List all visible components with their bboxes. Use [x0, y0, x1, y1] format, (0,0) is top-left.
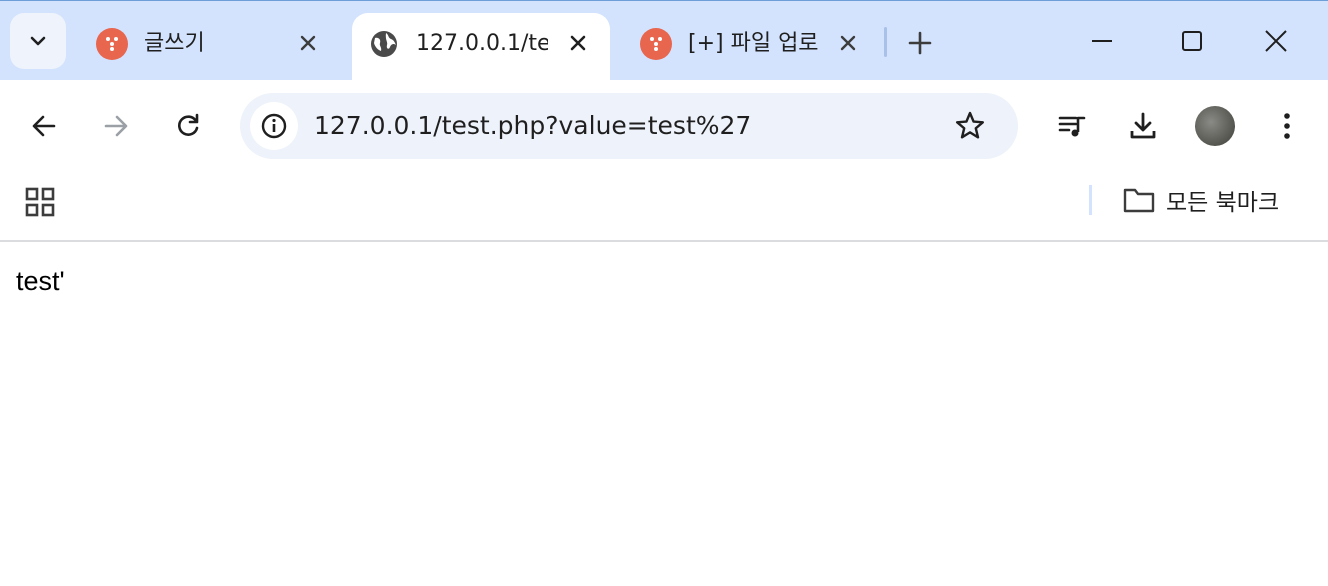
reload-icon [178, 113, 199, 136]
all-bookmarks-label: 모든 북마크 [1166, 190, 1280, 216]
tab-strip: 글쓰기 127.0.0.1/test.php?value=test%27 [+]… [0, 0, 1328, 81]
back-button[interactable] [20, 102, 68, 150]
tab-active-test-php[interactable]: 127.0.0.1/test.php?value=test%27 [352, 13, 610, 81]
bookmarks-bar: 모든 북마크 [0, 170, 1328, 242]
page-body-text: test' [16, 266, 65, 296]
star-icon [956, 111, 984, 139]
maximize-button[interactable] [1172, 21, 1212, 61]
url-text[interactable]: 127.0.0.1/test.php?value=test%27 [314, 93, 751, 159]
close-window-button[interactable] [1256, 21, 1296, 61]
tab-title: [+] 파일 업로드 [688, 31, 818, 56]
tab-file-upload[interactable]: [+] 파일 업로드 [624, 13, 874, 81]
bookmark-star-button[interactable] [950, 106, 990, 146]
tab-close-button[interactable] [562, 27, 594, 59]
red-dots-icon [640, 28, 672, 60]
folder-icon [1123, 188, 1155, 213]
browser-toolbar: 127.0.0.1/test.php?value=test%27 [0, 80, 1328, 170]
media-control-button[interactable] [1048, 102, 1096, 150]
tab-title: 127.0.0.1/test.php?value=test%27 [416, 31, 548, 56]
menu-button[interactable] [1263, 102, 1311, 150]
close-icon [840, 35, 856, 51]
forward-button[interactable] [92, 102, 140, 150]
site-info-button[interactable] [250, 102, 298, 150]
page-content: test' [0, 242, 1328, 586]
tab-close-button[interactable] [292, 27, 324, 59]
arrow-left-icon [32, 115, 56, 137]
bookmarks-separator [1089, 185, 1092, 215]
tab-separator [884, 27, 887, 57]
downloads-button[interactable] [1119, 102, 1167, 150]
tab-close-button[interactable] [832, 27, 864, 59]
close-icon [570, 35, 586, 51]
reload-button[interactable] [164, 102, 212, 150]
arrow-right-icon [104, 115, 128, 137]
maximize-icon [1182, 31, 1202, 51]
apps-grid-icon [25, 187, 55, 217]
tab-search-button[interactable] [10, 13, 66, 69]
red-dots-icon [96, 28, 128, 60]
tab-write[interactable]: 글쓰기 [80, 13, 340, 81]
tab-title: 글쓰기 [144, 31, 205, 56]
apps-button[interactable] [22, 184, 58, 220]
minimize-icon [1092, 40, 1112, 42]
profile-avatar[interactable] [1195, 106, 1235, 146]
all-bookmarks-button[interactable]: 모든 북마크 [1122, 182, 1279, 218]
new-tab-button[interactable] [900, 23, 940, 63]
more-vert-icon [1284, 113, 1290, 139]
close-icon [1265, 30, 1287, 52]
download-icon [1130, 112, 1156, 139]
minimize-button[interactable] [1082, 21, 1122, 61]
address-bar[interactable]: 127.0.0.1/test.php?value=test%27 [240, 93, 1018, 159]
chevron-down-icon [30, 36, 46, 46]
globe-icon [368, 28, 400, 60]
queue-music-icon [1058, 116, 1086, 137]
info-icon [261, 113, 287, 139]
plus-icon [908, 31, 932, 55]
close-icon [300, 35, 316, 51]
